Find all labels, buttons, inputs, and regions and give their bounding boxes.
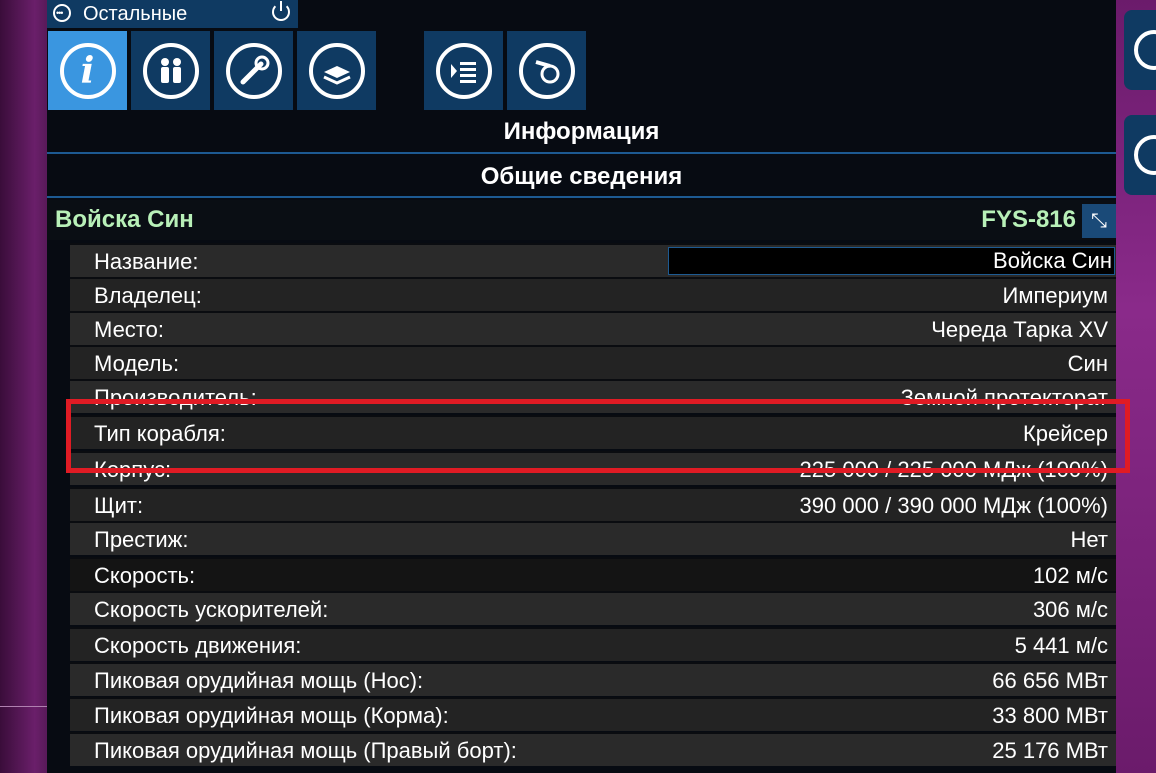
row-value: Череда Тарка XV — [931, 317, 1108, 342]
info-icon: i — [59, 42, 116, 99]
whistle-icon — [518, 42, 575, 99]
info-row: Владелец: Империум — [70, 277, 1116, 311]
ship-code: FYS-816 — [981, 206, 1076, 233]
info-row-name: Название: Войска Син — [70, 243, 1116, 277]
row-label: Скорость движения: — [94, 633, 302, 658]
circle-icon — [1134, 135, 1156, 175]
row-value: 306 м/с — [1032, 597, 1108, 622]
row-value: 66 656 МВт — [992, 668, 1108, 693]
row-label: Модель: — [94, 351, 180, 376]
ship-name-input[interactable]: Войска Син — [668, 247, 1115, 275]
row-label: Престиж: — [94, 527, 189, 552]
divider — [47, 152, 1116, 154]
ship-name: Войска Син — [55, 206, 194, 233]
section-subtitle: Общие сведения — [47, 163, 1116, 191]
info-row: Скорость ускорителей: 306 м/с — [70, 591, 1116, 625]
info-row: Пиковая орудийная мощь (Нос): 66 656 МВт — [70, 662, 1116, 696]
row-label: Скорость: — [94, 563, 196, 588]
menu-header[interactable]: Остальные — [47, 0, 298, 28]
info-row: Скорость движения: 5 441 м/с — [70, 627, 1116, 661]
info-tab[interactable]: i — [48, 31, 127, 110]
row-value: 102 м/с — [1032, 563, 1108, 588]
settings-tab[interactable] — [214, 31, 293, 110]
divider — [47, 196, 1116, 198]
menu-title: Остальные — [83, 3, 188, 25]
list-icon — [435, 42, 492, 99]
row-value: 5 441 м/с — [1014, 633, 1108, 658]
crew-tab[interactable] — [131, 31, 210, 110]
info-row: Модель: Син — [70, 345, 1116, 379]
row-value: 25 176 МВт — [992, 738, 1108, 763]
stack-icon — [308, 42, 365, 99]
expand-icon[interactable]: ⤡ — [1082, 204, 1116, 238]
row-value: Нет — [1070, 527, 1108, 552]
row-label: Место: — [94, 317, 164, 342]
people-icon — [142, 42, 199, 99]
row-label: Название: — [94, 249, 199, 274]
highlight-box — [66, 399, 1130, 473]
row-label: Владелец: — [94, 283, 202, 308]
info-row: Пиковая орудийная мощь (Правый борт): 25… — [70, 732, 1116, 766]
cargo-tab[interactable] — [297, 31, 376, 110]
row-label: Пиковая орудийная мощь (Правый борт): — [94, 738, 517, 763]
side-widget-bottom[interactable] — [1124, 115, 1156, 195]
ship-header: Войска Син FYS-816 ⤡ — [47, 200, 1116, 240]
circle-icon — [1134, 30, 1156, 70]
info-row: Щит: 390 000 / 390 000 МДж (100%) — [70, 487, 1116, 521]
row-label: Пиковая орудийная мощь (Корма): — [94, 703, 449, 728]
menu-dots-icon[interactable] — [53, 0, 71, 27]
row-label: Скорость ускорителей: — [94, 597, 329, 622]
power-icon[interactable] — [272, 1, 290, 21]
info-row: Престиж: Нет — [70, 521, 1116, 555]
background-line — [0, 706, 48, 707]
section-title: Информация — [47, 118, 1116, 146]
side-widget-top[interactable] — [1124, 10, 1156, 90]
behavior-tab[interactable] — [507, 31, 586, 110]
info-row: Пиковая орудийная мощь (Корма): 33 800 М… — [70, 697, 1116, 731]
wrench-icon — [225, 42, 282, 99]
orders-tab[interactable] — [424, 31, 503, 110]
row-value: Син — [1067, 351, 1108, 376]
row-label: Щит: — [94, 493, 144, 518]
row-value: Империум — [1002, 283, 1109, 308]
row-label: Пиковая орудийная мощь (Нос): — [94, 668, 424, 693]
info-row: Скорость: 102 м/с — [70, 557, 1116, 591]
info-row: Место: Череда Тарка XV — [70, 311, 1116, 345]
row-value: 390 000 / 390 000 МДж (100%) — [799, 493, 1108, 518]
row-value: 33 800 МВт — [992, 703, 1108, 728]
